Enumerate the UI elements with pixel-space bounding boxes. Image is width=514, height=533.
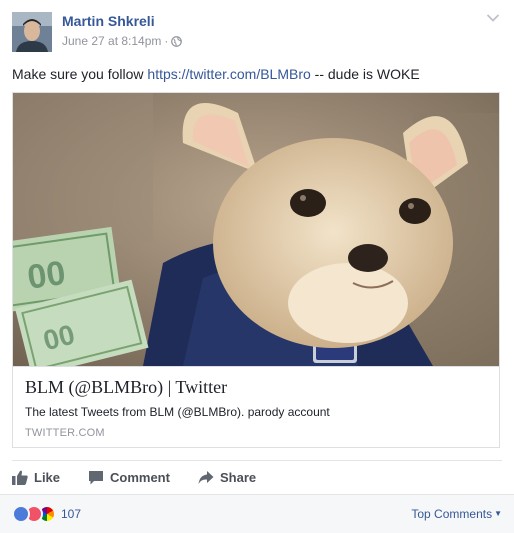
- link-preview-body[interactable]: BLM (@BLMBro) | Twitter The latest Tweet…: [13, 366, 499, 447]
- author-avatar[interactable]: [12, 12, 52, 52]
- facebook-post: Martin Shkreli June 27 at 8:14pm · Make …: [0, 0, 514, 533]
- post-text-link[interactable]: https://twitter.com/BLMBro: [147, 66, 310, 82]
- chevron-down-icon[interactable]: [486, 13, 500, 23]
- like-reaction-icon: [12, 505, 30, 523]
- comment-label: Comment: [110, 470, 170, 485]
- post-text-before: Make sure you follow: [12, 66, 148, 82]
- globe-icon[interactable]: [171, 35, 183, 47]
- post-timestamp[interactable]: June 27 at 8:14pm: [62, 34, 161, 48]
- top-comments-label: Top Comments: [411, 507, 493, 521]
- like-button[interactable]: Like: [12, 470, 60, 485]
- share-arrow-icon: [198, 471, 214, 484]
- caret-down-icon: ▼: [494, 509, 502, 518]
- comment-button[interactable]: Comment: [88, 470, 170, 485]
- post-text-after: -- dude is WOKE: [310, 66, 420, 82]
- meta-separator: ·: [164, 34, 169, 48]
- post-meta: June 27 at 8:14pm ·: [62, 34, 183, 48]
- post-text: Make sure you follow https://twitter.com…: [12, 65, 502, 84]
- svg-text:00: 00: [25, 254, 68, 297]
- thumbs-up-icon: [12, 470, 28, 485]
- reaction-count[interactable]: 107: [61, 507, 81, 521]
- post-action-bar: Like Comment Share: [12, 460, 502, 494]
- share-button[interactable]: Share: [198, 470, 256, 485]
- link-preview-title[interactable]: BLM (@BLMBro) | Twitter: [25, 377, 227, 398]
- link-preview-image[interactable]: 00 00: [13, 93, 499, 366]
- author-name[interactable]: Martin Shkreli: [62, 13, 155, 29]
- top-comments-dropdown[interactable]: Top Comments ▼: [411, 507, 502, 521]
- link-preview-description: The latest Tweets from BLM (@BLMBro). pa…: [25, 405, 330, 419]
- like-label: Like: [34, 470, 61, 485]
- link-preview-card[interactable]: 00 00 BLM (@BLMBro) | Twitter The latest…: [12, 92, 500, 448]
- reaction-summary[interactable]: 107: [12, 505, 81, 523]
- share-label: Share: [220, 470, 257, 485]
- link-preview-domain: TWITTER.COM: [25, 427, 105, 439]
- reactions-footer: 107 Top Comments ▼: [0, 494, 514, 533]
- comment-bubble-icon: [89, 471, 103, 485]
